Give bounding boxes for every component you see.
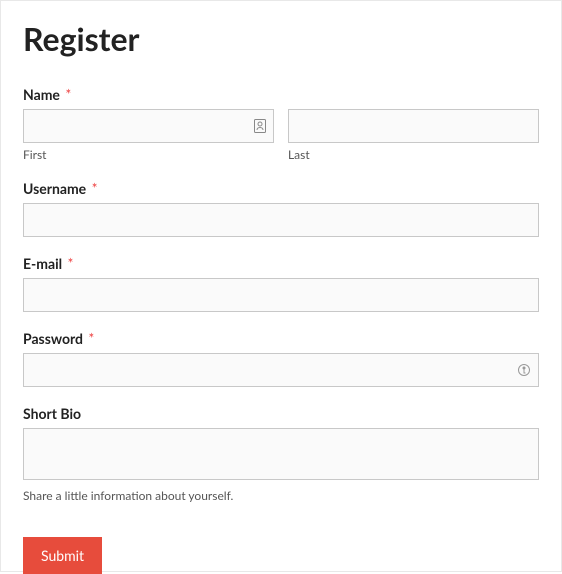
name-label-text: Name (23, 86, 60, 103)
required-asterisk: * (88, 330, 94, 347)
last-name-input[interactable] (288, 109, 539, 143)
password-input[interactable] (23, 353, 539, 387)
name-field-group: Name * First Las (23, 86, 539, 162)
required-asterisk: * (92, 180, 98, 197)
email-field-group: E-mail * (23, 255, 539, 312)
submit-button[interactable]: Submit (23, 537, 102, 574)
email-input[interactable] (23, 278, 539, 312)
bio-label-text: Short Bio (23, 405, 81, 422)
username-input[interactable] (23, 203, 539, 237)
name-label: Name * (23, 86, 539, 103)
first-sublabel: First (23, 147, 274, 162)
first-name-col: First (23, 109, 274, 162)
password-label-text: Password (23, 330, 83, 347)
name-row: First Last (23, 109, 539, 162)
bio-helper-text: Share a little information about yoursel… (23, 488, 539, 503)
username-label-text: Username (23, 180, 86, 197)
bio-label: Short Bio (23, 405, 539, 422)
email-label-text: E-mail (23, 255, 62, 272)
register-form: Register Name * First (0, 0, 562, 572)
required-asterisk: * (68, 255, 74, 272)
username-field-group: Username * (23, 180, 539, 237)
last-sublabel: Last (288, 147, 539, 162)
first-name-wrapper (23, 109, 274, 143)
bio-field-group: Short Bio Share a little information abo… (23, 405, 539, 503)
email-label: E-mail * (23, 255, 539, 272)
password-wrapper (23, 353, 539, 387)
first-name-input[interactable] (23, 109, 274, 143)
password-label: Password * (23, 330, 539, 347)
last-name-col: Last (288, 109, 539, 162)
bio-textarea[interactable] (23, 428, 539, 480)
username-label: Username * (23, 180, 539, 197)
page-title: Register (23, 19, 539, 58)
required-asterisk: * (65, 86, 71, 103)
password-field-group: Password * (23, 330, 539, 387)
